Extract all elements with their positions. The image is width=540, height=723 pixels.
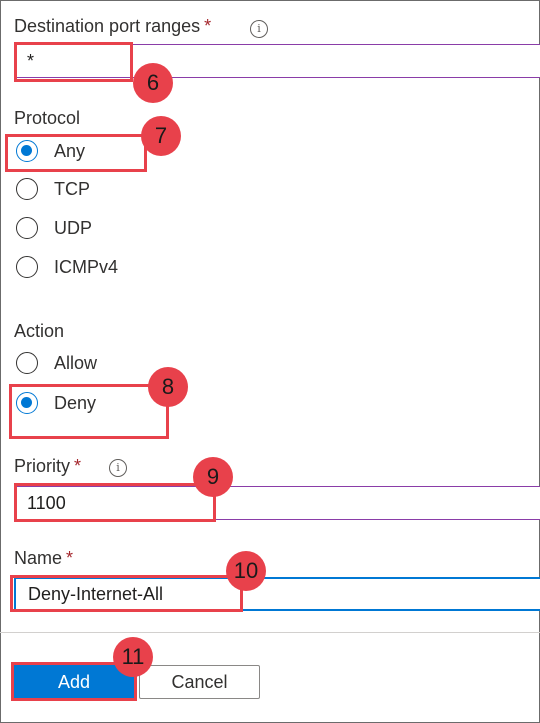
callout-badge-11: 11 xyxy=(113,637,153,677)
name-label: Name * xyxy=(14,548,74,568)
destination-port-ranges-label: Destination port ranges * xyxy=(14,16,212,36)
radio-unchecked-icon[interactable] xyxy=(16,256,38,278)
highlight-box xyxy=(10,575,243,612)
radio-unchecked-icon[interactable] xyxy=(16,352,38,374)
callout-badge-10: 10 xyxy=(226,551,266,591)
radio-label: TCP xyxy=(54,178,90,199)
radio-unchecked-icon[interactable] xyxy=(16,217,38,239)
radio-label: UDP xyxy=(54,217,93,238)
highlight-box xyxy=(14,483,216,522)
protocol-option-tcp[interactable]: TCP xyxy=(16,178,90,200)
action-label: Action xyxy=(14,321,65,341)
protocol-label: Protocol xyxy=(14,108,81,128)
callout-badge-7: 7 xyxy=(141,116,181,156)
callout-badge-6: 6 xyxy=(133,63,173,103)
radio-label: Allow xyxy=(54,352,98,373)
radio-unchecked-icon[interactable] xyxy=(16,178,38,200)
action-option-allow[interactable]: Allow xyxy=(16,352,97,374)
cancel-button[interactable]: Cancel xyxy=(139,665,260,699)
highlight-box xyxy=(5,134,147,172)
callout-badge-8: 8 xyxy=(148,367,188,407)
highlight-box xyxy=(14,42,133,82)
protocol-option-udp[interactable]: UDP xyxy=(16,217,92,239)
protocol-option-icmpv4[interactable]: ICMPv4 xyxy=(16,256,118,278)
priority-label: Priority * xyxy=(14,456,82,476)
highlight-box xyxy=(9,384,169,439)
footer-divider xyxy=(0,632,540,633)
callout-badge-9: 9 xyxy=(193,457,233,497)
info-icon[interactable]: i xyxy=(250,20,268,38)
radio-label: ICMPv4 xyxy=(54,256,119,277)
info-icon[interactable]: i xyxy=(109,459,127,477)
